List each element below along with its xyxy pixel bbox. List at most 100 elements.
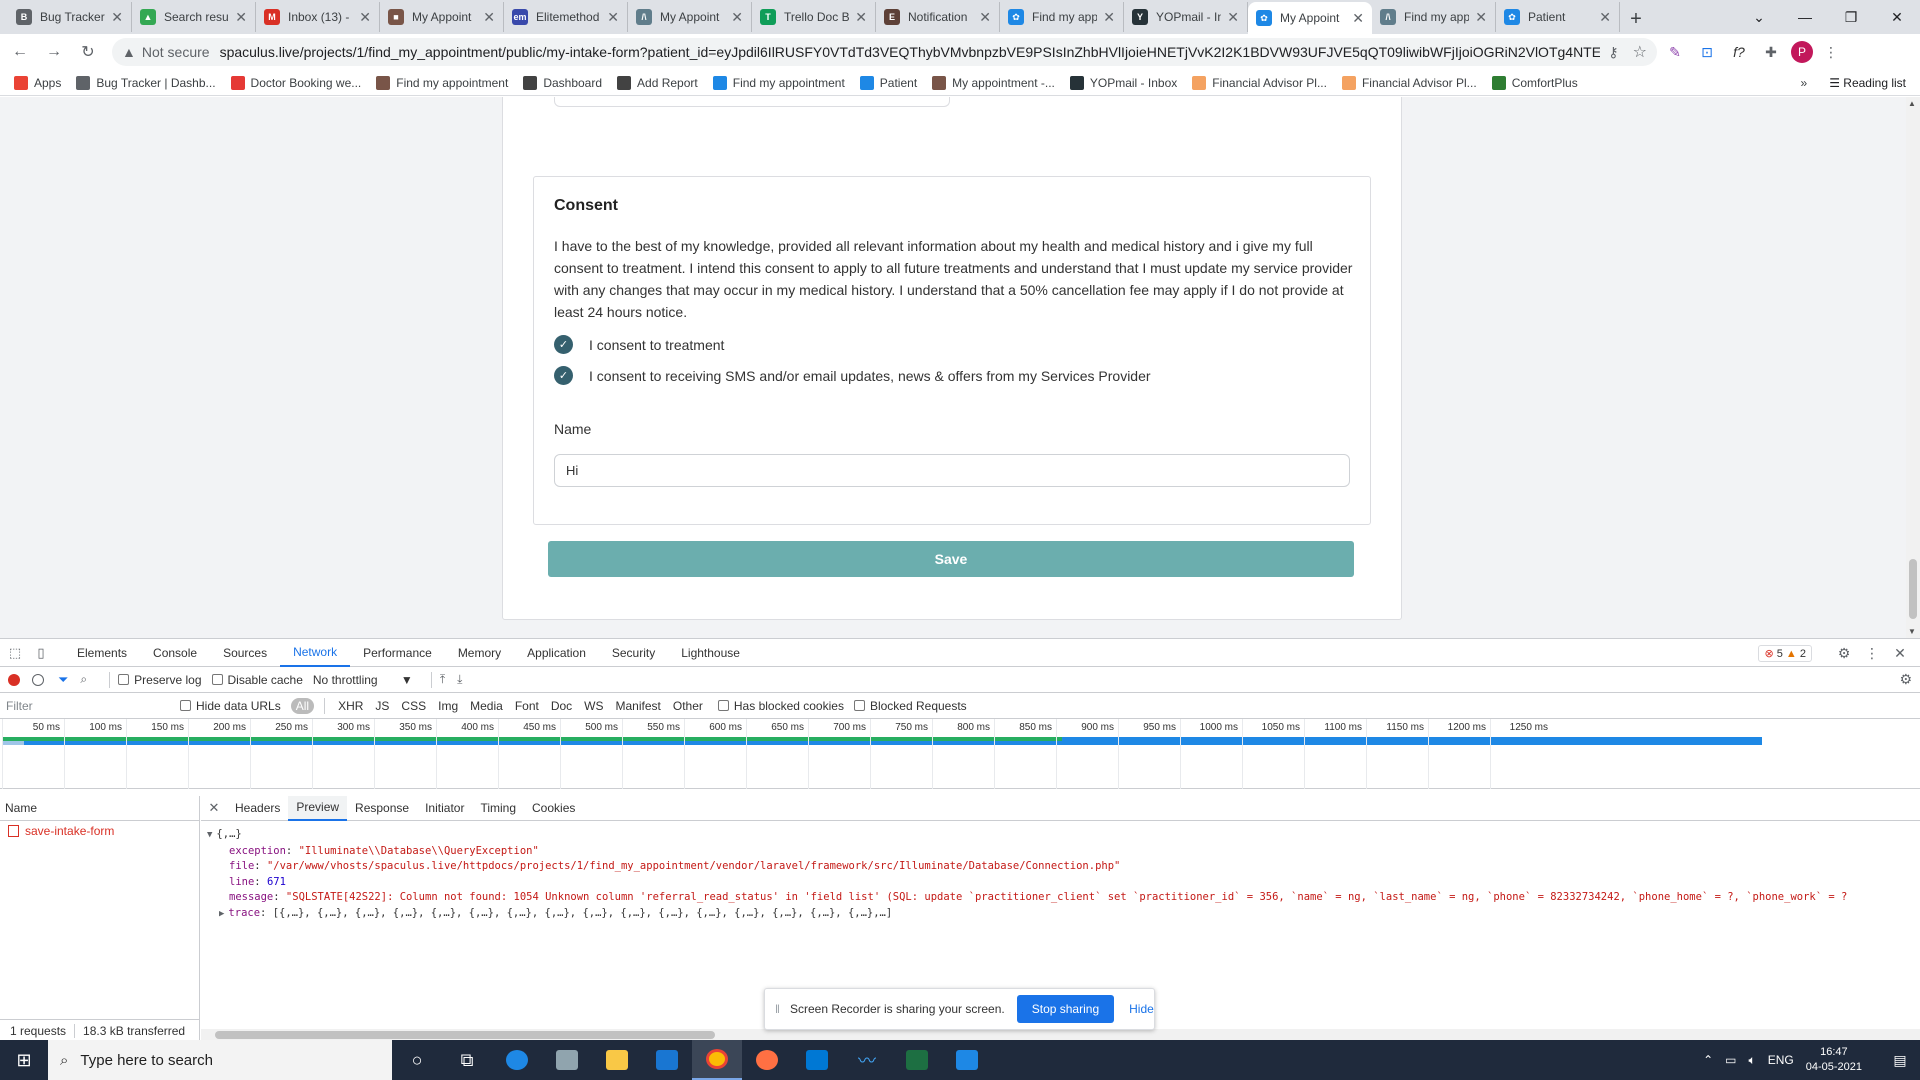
throttling-select[interactable]: No throttling ▼ <box>313 673 413 687</box>
network-timeline-overview[interactable]: 50 ms 100 ms 150 ms 200 ms 250 ms 300 ms 350 m… <box>0 719 1920 789</box>
browser-tab[interactable]: T Trello Doc B ✕ <box>752 2 876 32</box>
settings-gear-icon[interactable]: ⚙ <box>1830 645 1858 662</box>
has-blocked-cookies-checkbox[interactable]: Has blocked cookies <box>717 699 844 713</box>
reading-list-button[interactable]: ☰ Reading list <box>1829 76 1906 90</box>
preserve-log-checkbox[interactable]: Preserve log <box>118 673 202 687</box>
reload-icon[interactable]: ↻ <box>74 38 102 66</box>
browser-tab[interactable]: B Bug Tracker ✕ <box>8 2 132 32</box>
network-settings-gear-icon[interactable]: ⚙ <box>1899 671 1912 688</box>
new-tab-button[interactable]: + <box>1620 4 1652 34</box>
close-tab-icon[interactable]: ✕ <box>483 9 495 26</box>
devtools-tab-memory[interactable]: Memory <box>445 639 514 667</box>
device-toolbar-icon[interactable]: ▯ <box>30 645 52 661</box>
close-tab-icon[interactable]: ✕ <box>979 9 991 26</box>
page-scrollbar-thumb[interactable] <box>1909 559 1917 619</box>
bookmark-item[interactable]: YOPmail - Inbox <box>1069 75 1177 90</box>
address-bar[interactable]: ▲ Not secure spaculus.live/projects/1/fi… <box>112 38 1657 66</box>
type-filter-all[interactable]: All <box>290 697 315 714</box>
consent-marketing-checkbox[interactable]: ✓ I consent to receiving SMS and/or emai… <box>554 366 1350 385</box>
store-icon[interactable] <box>542 1040 592 1080</box>
detail-tab-cookies[interactable]: Cookies <box>524 796 583 821</box>
detail-tab-initiator[interactable]: Initiator <box>417 796 472 821</box>
url-text[interactable]: spaculus.live/projects/1/find_my_appoint… <box>220 44 1601 60</box>
hide-data-urls-checkbox[interactable]: Hide data URLs <box>180 699 281 713</box>
browser-tab[interactable]: E Notification ✕ <box>876 2 1000 32</box>
type-filter-css[interactable]: CSS <box>396 698 431 714</box>
save-button[interactable]: Save <box>548 541 1354 577</box>
profile-avatar[interactable]: P <box>1791 41 1813 63</box>
close-tab-icon[interactable]: ✕ <box>1599 9 1611 26</box>
browser-tab[interactable]: em Elitemethod ✕ <box>504 2 628 32</box>
type-filter-js[interactable]: JS <box>370 698 394 714</box>
hide-button[interactable]: Hide <box>1129 1002 1154 1016</box>
pen-extension-icon[interactable]: ✎ <box>1661 38 1689 66</box>
close-devtools-icon[interactable]: ✕ <box>1886 645 1914 662</box>
devtools-menu-icon[interactable]: ⋮ <box>1858 645 1886 662</box>
disable-cache-checkbox[interactable]: Disable cache <box>211 673 303 687</box>
expand-triangle-icon[interactable]: ▶ <box>219 909 224 919</box>
bookmark-item[interactable]: Find my appointment <box>712 75 845 90</box>
type-filter-img[interactable]: Img <box>433 698 463 714</box>
clock[interactable]: 16:47 04-05-2021 <box>1806 1045 1862 1075</box>
file-explorer-icon[interactable] <box>592 1040 642 1080</box>
scroll-up-icon[interactable]: ▲ <box>1908 99 1916 108</box>
bookmark-item[interactable]: Patient <box>859 75 917 90</box>
type-filter-font[interactable]: Font <box>510 698 544 714</box>
close-tab-icon[interactable]: ✕ <box>1352 10 1364 27</box>
check-circle-icon[interactable]: ✓ <box>554 366 573 385</box>
bookmark-item[interactable]: Dashboard <box>523 75 602 90</box>
minimize-icon[interactable]: — <box>1782 0 1828 34</box>
bookmark-item[interactable]: Financial Advisor Pl... <box>1341 75 1477 90</box>
devtools-tab-lighthouse[interactable]: Lighthouse <box>668 639 753 667</box>
preview-root[interactable]: ▼ {,…} <box>207 827 1920 844</box>
inspect-element-icon[interactable]: ⬚ <box>4 645 26 661</box>
bookmark-item[interactable]: Bug Tracker | Dashb... <box>76 75 216 90</box>
screen-recorder-extension-icon[interactable]: ⊡ <box>1693 38 1721 66</box>
export-har-icon[interactable]: ⤓ <box>457 672 462 687</box>
outlook-icon[interactable] <box>792 1040 842 1080</box>
bookmark-item[interactable]: ComfortPlus <box>1491 75 1578 90</box>
previous-field-input[interactable] <box>554 97 950 107</box>
close-detail-icon[interactable]: ✕ <box>201 800 227 816</box>
devtools-tab-application[interactable]: Application <box>514 639 599 667</box>
restore-icon[interactable]: ❐ <box>1828 0 1874 34</box>
browser-tab[interactable]: Y YOPmail - In ✕ <box>1124 2 1248 32</box>
browser-tab[interactable]: ✿ Find my app ✕ <box>1000 2 1124 32</box>
consent-treatment-checkbox[interactable]: ✓ I consent to treatment <box>554 335 1350 354</box>
more-bookmarks-icon[interactable]: » <box>1801 76 1808 90</box>
browser-tab[interactable]: /\ My Appoint ✕ <box>628 2 752 32</box>
import-har-icon[interactable]: ⤒ <box>440 672 445 687</box>
bookmark-item[interactable]: Add Report <box>617 75 698 90</box>
type-filter-other[interactable]: Other <box>668 698 708 714</box>
close-tab-icon[interactable]: ✕ <box>1475 9 1487 26</box>
detail-scroll-thumb[interactable] <box>215 1031 715 1039</box>
font-extension-icon[interactable]: f? <box>1725 38 1753 66</box>
devtools-tab-performance[interactable]: Performance <box>350 639 445 667</box>
detail-tab-preview[interactable]: Preview <box>288 795 348 821</box>
type-filter-xhr[interactable]: XHR <box>333 698 368 714</box>
tray-chevron-icon[interactable]: ⌃ <box>1703 1053 1713 1067</box>
tab-search-icon[interactable]: ⌄ <box>1736 0 1782 34</box>
stop-sharing-button[interactable]: Stop sharing <box>1016 995 1115 1023</box>
close-tab-icon[interactable]: ✕ <box>359 9 371 26</box>
devtools-tab-sources[interactable]: Sources <box>210 639 280 667</box>
cortana-icon[interactable]: ○ <box>392 1040 442 1080</box>
bookmark-star-icon[interactable]: ☆ <box>1633 42 1647 62</box>
page-scrollbar[interactable]: ▲ ▼ <box>1906 97 1920 638</box>
filter-input[interactable]: Filter <box>6 699 166 713</box>
excel-icon[interactable] <box>892 1040 942 1080</box>
bookmark-item[interactable]: Financial Advisor Pl... <box>1192 75 1327 90</box>
screen-recorder-icon[interactable] <box>942 1040 992 1080</box>
close-tab-icon[interactable]: ✕ <box>1227 9 1239 26</box>
type-filter-manifest[interactable]: Manifest <box>611 698 666 714</box>
windows-start-icon[interactable]: ⊞ <box>0 1040 48 1080</box>
browser-tab[interactable]: /\ Find my app ✕ <box>1372 2 1496 32</box>
taskbar-search[interactable]: ⌕ Type here to search <box>48 1040 392 1080</box>
browser-tab[interactable]: ✿ Patient ✕ <box>1496 2 1620 32</box>
network-icon[interactable]: ▭ <box>1725 1053 1736 1067</box>
browser-tab[interactable]: M Inbox (13) - ✕ <box>256 2 380 32</box>
issues-badge[interactable]: ⊗ 5 ▲ 2 <box>1758 644 1812 662</box>
expand-triangle-icon[interactable]: ▼ <box>207 830 212 840</box>
type-filter-ws[interactable]: WS <box>579 698 608 714</box>
close-window-icon[interactable]: ✕ <box>1874 0 1920 34</box>
